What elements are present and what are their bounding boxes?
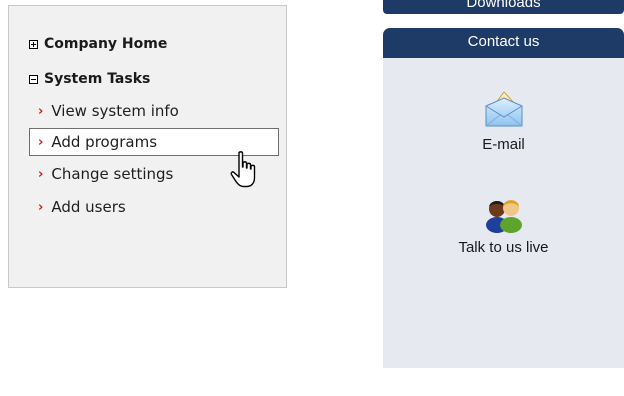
chevron-right-icon: › — [38, 166, 44, 182]
task-label: Add users — [51, 198, 126, 216]
tab-downloads-label: Downloads — [466, 0, 541, 11]
expand-plus-icon[interactable] — [29, 39, 38, 49]
email-label: E-mail — [482, 136, 525, 153]
live-chat-link[interactable]: Talk to us live — [383, 195, 624, 256]
desktop-stage: Company Home System Tasks › View system … — [0, 0, 624, 396]
tab-contact-label: Contact us — [467, 33, 540, 50]
chevron-right-icon: › — [38, 134, 44, 150]
collapse-minus-icon[interactable] — [29, 74, 38, 84]
email-link[interactable]: E-mail — [383, 86, 624, 153]
task-add-users[interactable]: › Add users — [29, 193, 279, 221]
task-label: View system info — [51, 102, 179, 120]
section-label: Company Home — [44, 36, 168, 52]
section-label: System Tasks — [44, 71, 151, 87]
chevron-right-icon: › — [38, 103, 44, 119]
contact-panel: E-mail Talk to us live — [383, 58, 624, 368]
envelope-icon — [485, 91, 522, 127]
tab-contact-us[interactable]: Contact us — [383, 28, 624, 58]
section-company-home[interactable]: Company Home — [29, 35, 167, 53]
task-label: Add programs — [51, 133, 158, 151]
chat-label: Talk to us live — [458, 239, 549, 256]
task-label: Change settings — [51, 165, 174, 183]
system-task-panel: Company Home System Tasks › View system … — [8, 5, 287, 288]
hand-pointer-icon — [230, 151, 256, 188]
chevron-right-icon: › — [38, 199, 44, 215]
tab-downloads[interactable]: Downloads — [383, 0, 624, 14]
task-view-system-info[interactable]: › View system info — [29, 97, 279, 125]
section-system-tasks[interactable]: System Tasks — [29, 70, 150, 88]
users-chat-icon — [485, 200, 522, 233]
